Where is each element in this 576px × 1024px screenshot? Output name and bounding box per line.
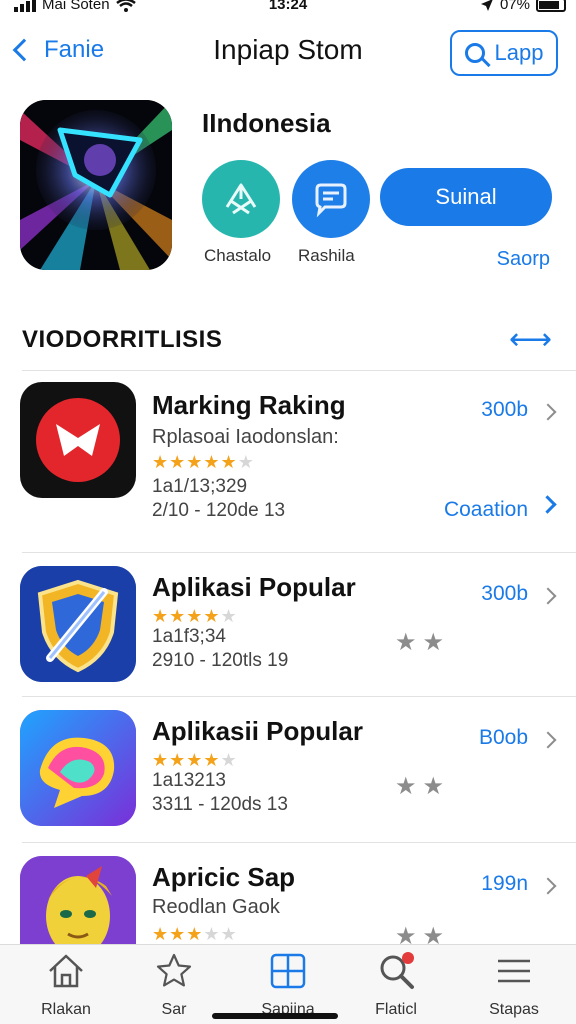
rating-count: 1a1f3;34 xyxy=(152,626,226,647)
home-icon xyxy=(49,954,83,988)
battery-percent: 07% xyxy=(499,0,530,13)
divider xyxy=(22,370,576,371)
chevron-right-icon xyxy=(539,403,557,421)
network-icon xyxy=(225,183,257,215)
app-meta: 3311 - 120ds 13 xyxy=(152,794,288,815)
double-arrow-icon[interactable]: ⟷ xyxy=(509,322,552,357)
app-meta: 2910 - 120tls 19 xyxy=(152,650,289,671)
tab-label: Sar xyxy=(161,1001,187,1018)
divider xyxy=(22,842,576,843)
app-list-item[interactable]: Marking Raking Rplasoai Iaodonslan: ★★★★… xyxy=(0,382,576,552)
tab-apps[interactable]: Sapiina xyxy=(238,951,338,1019)
search-icon xyxy=(380,952,414,989)
tab-label: Flaticl xyxy=(375,1001,417,1018)
chevron-right-icon xyxy=(539,587,557,605)
tab-home[interactable]: Rlakan xyxy=(16,951,116,1019)
search-label: Lapp xyxy=(494,40,544,65)
home-indicator xyxy=(212,1013,338,1019)
tab-search[interactable]: Flaticl xyxy=(346,951,446,1019)
rating-count: 1a1/13;329 xyxy=(152,476,248,497)
colorful-shape-icon xyxy=(20,710,136,826)
location-icon xyxy=(480,0,493,11)
status-right: 07% xyxy=(480,0,566,13)
play-icon xyxy=(36,398,120,482)
rating-stars-gray: ★★ xyxy=(394,923,450,944)
app-name: Marking Raking xyxy=(152,390,346,420)
chevron-right-icon xyxy=(539,877,557,895)
price-button[interactable]: 199n xyxy=(481,872,528,896)
section-title: VIODORRITLISIS xyxy=(22,326,223,353)
tab-label: Rlakan xyxy=(41,1001,91,1018)
action-link[interactable]: Coaation xyxy=(444,498,528,522)
app-list-item[interactable]: Aplikasii Popular ★★★★★ 1a13213 3311 - 1… xyxy=(0,708,576,838)
character-icon xyxy=(20,856,136,944)
app-icon xyxy=(20,710,136,826)
featured-app-title: IIndonesia xyxy=(202,108,331,138)
apps-grid-icon xyxy=(270,953,306,989)
app-subtitle: Reodlan Gaok xyxy=(152,896,280,918)
chevron-right-icon xyxy=(539,731,557,749)
price-button[interactable]: 300b xyxy=(481,398,528,422)
price-button[interactable]: 300b xyxy=(481,582,528,606)
list-icon xyxy=(498,959,530,983)
rating-stars: ★★★★★ xyxy=(152,924,238,944)
star-icon xyxy=(156,953,192,987)
divider xyxy=(22,696,576,697)
app-list-item[interactable]: Apricic Sap Reodlan Gaok ★★★★★ 199n ★★ xyxy=(0,854,576,944)
rating-stars-gray: ★★ xyxy=(394,773,450,800)
see-more-link[interactable]: Saorp xyxy=(497,248,550,271)
explore-button[interactable] xyxy=(202,160,280,238)
explore-label: Chastalo xyxy=(204,246,272,265)
tab-label: Stapas xyxy=(489,1001,539,1018)
app-icon xyxy=(20,856,136,944)
tab-lists[interactable]: Stapas xyxy=(464,951,564,1019)
rating-stars: ★★★★★ xyxy=(152,750,238,770)
search-button[interactable]: Lapp xyxy=(450,30,558,76)
battery-icon xyxy=(536,0,566,12)
rating-stars: ★★★★★ xyxy=(152,606,238,626)
message-label: Rashila xyxy=(298,246,355,265)
rating-stars-gray: ★★ xyxy=(394,629,450,656)
search-icon xyxy=(464,43,485,63)
tab-bar: Rlakan Sar Sapiina Flaticl Stapas xyxy=(0,944,576,1024)
divider xyxy=(22,552,576,553)
chevron-right-icon xyxy=(538,495,557,514)
rating-stars: ★★★★★★ xyxy=(152,452,255,472)
tab-favorites[interactable]: Sar xyxy=(124,951,224,1019)
chat-bubble-icon xyxy=(315,183,347,218)
app-subtitle: Rplasoai Iaodonslan: xyxy=(152,426,339,448)
app-list-item[interactable]: Aplikasi Popular ★★★★★ 1a1f3;34 2910 - 1… xyxy=(0,564,576,694)
featured-app-icon[interactable] xyxy=(20,100,172,270)
app-name: Aplikasii Popular xyxy=(152,716,363,746)
shield-pen-icon xyxy=(20,566,136,682)
status-bar: Mai Soten 13:24 07% xyxy=(0,0,576,22)
app-icon xyxy=(20,566,136,682)
app-logo-icon xyxy=(20,100,172,270)
app-icon xyxy=(20,382,136,498)
navigation-bar: Fanie Inpiap Stom Lapp xyxy=(0,28,576,80)
rating-count: 1a13213 xyxy=(152,770,226,791)
app-name: Aplikasi Popular xyxy=(152,572,356,602)
app-meta: 2/10 - 120de 13 xyxy=(152,500,286,521)
app-name: Apricic Sap xyxy=(152,862,296,892)
message-button[interactable] xyxy=(292,160,370,238)
get-button[interactable]: Suinal xyxy=(380,168,552,226)
price-button[interactable]: B0ob xyxy=(479,726,528,750)
